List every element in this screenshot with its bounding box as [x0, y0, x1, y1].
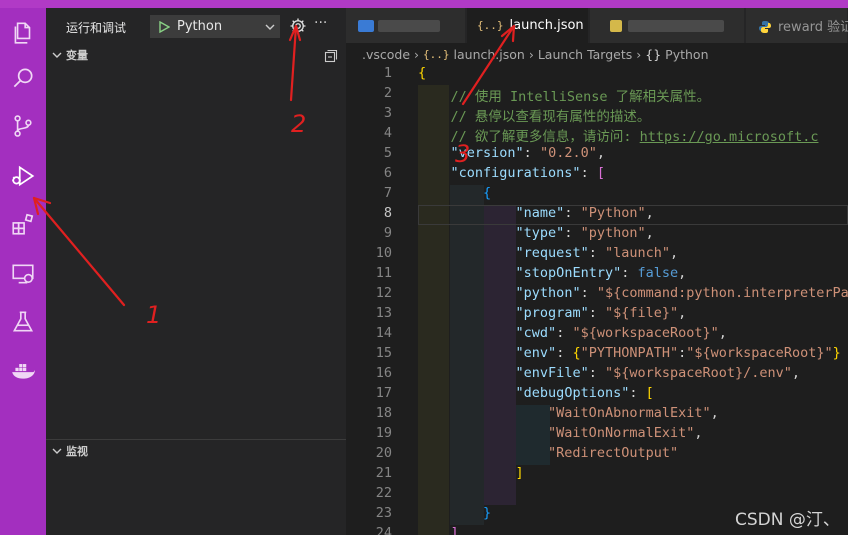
code-line[interactable]: } [418, 505, 491, 521]
sidebar: 运行和调试 Python ··· 变量 监视 [46, 8, 346, 535]
run-config-label: Python [177, 19, 223, 34]
breadcrumb-item[interactable]: .vscode [362, 47, 410, 62]
extensions-icon[interactable] [6, 207, 40, 241]
json-file-icon: {..} [477, 19, 504, 32]
code-line[interactable]: "WaitOnNormalExit", [418, 425, 702, 441]
activity-bar [0, 8, 46, 535]
code-line[interactable]: "envFile": "${workspaceRoot}/.env", [418, 365, 801, 381]
watch-label: 监视 [66, 445, 88, 458]
chevron-down-icon [48, 440, 66, 462]
code-line[interactable]: "WaitOnAbnormalExit", [418, 405, 719, 421]
code-line[interactable]: "RedirectOutput" [418, 445, 678, 461]
sidebar-title: 运行和调试 [66, 21, 127, 35]
files-icon[interactable] [6, 16, 40, 50]
python-icon [758, 19, 772, 33]
chevron-right-icon: › [636, 46, 642, 62]
line-number: 16 [375, 365, 392, 381]
chevron-right-icon: › [528, 46, 534, 62]
more-actions-icon[interactable]: ··· [314, 15, 327, 31]
file-icon [610, 19, 622, 32]
line-number: 18 [375, 405, 392, 421]
code-line[interactable]: // 使用 IntelliSense 了解相关属性。 [418, 85, 711, 105]
code-line[interactable]: // 欲了解更多信息，请访问: https://go.microsoft.c [418, 125, 819, 145]
line-number: 21 [375, 465, 392, 481]
line-number: 6 [383, 165, 392, 181]
line-number: 5 [383, 145, 392, 161]
run-debug-icon[interactable] [6, 159, 40, 193]
code-line[interactable]: "request": "launch", [418, 245, 679, 261]
line-number: 7 [383, 185, 392, 201]
json-file-icon: {..} [423, 47, 450, 61]
chevron-right-icon: › [414, 46, 420, 62]
redacted-tab-label [378, 19, 440, 32]
remote-explorer-icon[interactable] [6, 257, 40, 291]
editor-tab-bar: {..} launch.json ✕ reward 验证 [346, 8, 848, 43]
code-line[interactable]: { [418, 185, 491, 201]
docker-icon[interactable] [6, 353, 40, 387]
line-number: 9 [383, 225, 392, 241]
line-number: 1 [383, 65, 392, 81]
source-control-icon[interactable] [6, 109, 40, 143]
object-icon: {} [645, 46, 662, 62]
play-icon[interactable] [155, 15, 173, 38]
code-line[interactable]: // 悬停以查看现有属性的描述。 [418, 105, 651, 125]
code-line[interactable]: ] [418, 465, 524, 481]
tab-reward[interactable]: reward 验证 [746, 8, 848, 43]
code-line[interactable]: "program": "${file}", [418, 305, 687, 321]
code-line[interactable]: "stopOnEntry": false, [418, 265, 687, 281]
code-line[interactable]: "name": "Python", [418, 205, 654, 221]
line-number: 14 [375, 325, 392, 341]
watch-section-header[interactable]: 监视 [46, 440, 346, 462]
chevron-down-icon [48, 44, 66, 66]
run-config-select[interactable]: Python [150, 15, 280, 38]
collapse-all-icon[interactable] [324, 48, 338, 63]
code-line[interactable]: { [418, 65, 426, 81]
line-number: 23 [375, 505, 392, 521]
code-line[interactable]: "env": {"PYTHONPATH":"${workspaceRoot}"} [418, 345, 841, 361]
code-editor[interactable]: 1 {2 // 使用 IntelliSense 了解相关属性。 3 // 悬停以查看… [346, 65, 848, 535]
chevron-down-icon [261, 15, 279, 38]
breadcrumb-item[interactable]: Python [665, 47, 708, 62]
variables-label: 变量 [66, 49, 88, 62]
code-line[interactable]: ] [418, 525, 459, 535]
line-number: 4 [383, 125, 392, 141]
redacted-tab-label [628, 19, 724, 32]
line-number: 17 [375, 385, 392, 401]
tab-blurred-2[interactable] [590, 8, 745, 43]
line-number: 2 [383, 85, 392, 101]
line-number: 13 [375, 305, 392, 321]
line-number: 24 [375, 525, 392, 535]
variables-section-header[interactable]: 变量 [46, 44, 346, 66]
title-bar-strip [0, 0, 848, 8]
code-line[interactable]: "configurations": [ [418, 165, 605, 181]
breadcrumb-item[interactable]: Launch Targets [538, 47, 632, 62]
breadcrumb: .vscode › {..} launch.json › Launch Targ… [346, 43, 848, 65]
line-number: 15 [375, 345, 392, 361]
line-number: 20 [375, 445, 392, 461]
gear-icon[interactable] [289, 17, 307, 35]
line-number: 8 [383, 205, 392, 221]
tab-launch-json[interactable]: {..} launch.json ✕ [467, 8, 603, 43]
line-number: 12 [375, 285, 392, 301]
line-number: 19 [375, 425, 392, 441]
line-number: 10 [375, 245, 392, 261]
line-number: 3 [383, 105, 392, 121]
line-number: 22 [375, 485, 392, 501]
watermark: CSDN @汀、 [735, 510, 840, 530]
code-line[interactable]: "cwd": "${workspaceRoot}", [418, 325, 727, 341]
testing-icon[interactable] [6, 305, 40, 339]
sidebar-header: 运行和调试 Python ··· [46, 8, 346, 44]
code-line[interactable]: "python": "${command:python.interpreterP… [418, 285, 848, 301]
tab-blurred-1[interactable] [346, 8, 466, 43]
tab-label: launch.json [509, 18, 584, 33]
code-line[interactable]: "type": "python", [418, 225, 654, 241]
line-number: 11 [375, 265, 392, 281]
tab-label: reward 验证 [778, 20, 848, 35]
breadcrumb-item[interactable]: launch.json [454, 47, 525, 62]
code-line[interactable]: "debugOptions": [ [418, 385, 654, 401]
code-line[interactable]: "version": "0.2.0", [418, 145, 605, 161]
file-icon [358, 19, 374, 32]
search-icon[interactable] [6, 61, 40, 95]
